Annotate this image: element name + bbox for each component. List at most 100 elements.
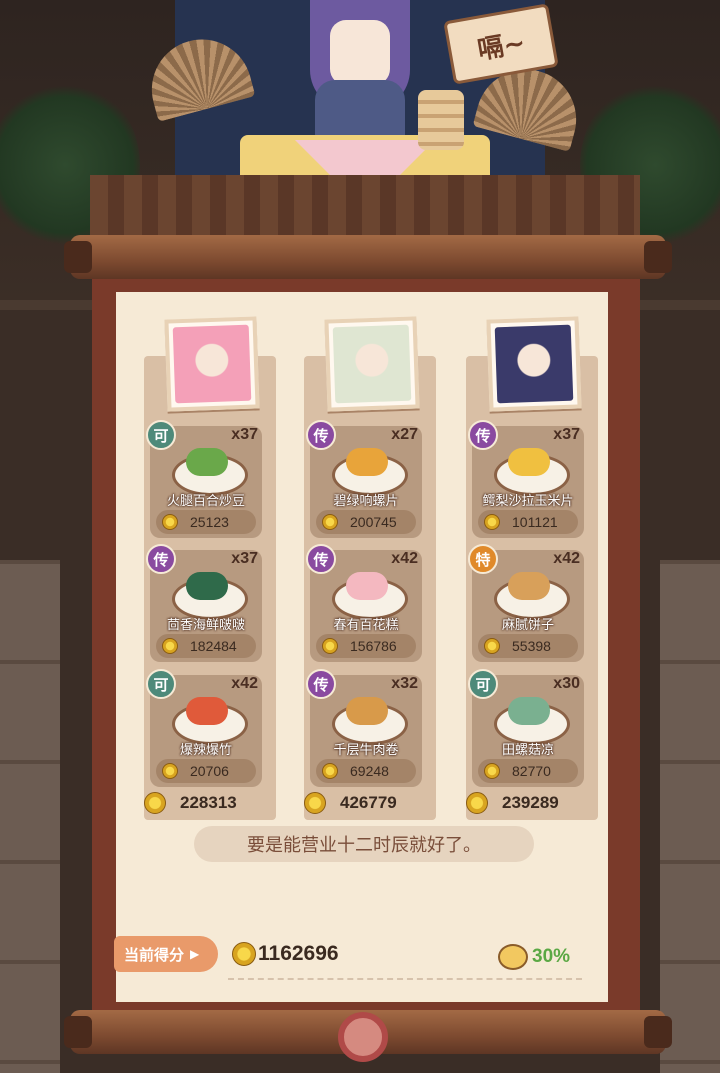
dish-quantity: x32 [391, 675, 418, 692]
customer-avatar [172, 324, 252, 404]
rarity-badge: 可 [146, 420, 176, 450]
customer-quote: 要是能营业十二时辰就好了。 [194, 826, 534, 862]
dish-card[interactable]: 传 x37 鳄梨沙拉玉米片 101121 [468, 420, 584, 538]
coin-icon [466, 792, 488, 814]
shopkeeper-face [330, 20, 390, 85]
dish-price: 25123 [190, 514, 229, 530]
dish-quantity: x37 [231, 426, 258, 443]
dish-card[interactable]: 可 x37 火腿百合炒豆 25123 [146, 420, 262, 538]
dish-name: 千层牛肉卷 [333, 743, 399, 758]
dish-quantity: x37 [553, 426, 580, 443]
dish-price-strip: 55398 [478, 634, 578, 658]
dish-quantity: x37 [231, 550, 258, 567]
dish-price-strip: 69248 [316, 759, 416, 783]
dish-price-strip: 82770 [478, 759, 578, 783]
shopkeeper[interactable] [300, 0, 420, 150]
coin-icon [162, 638, 178, 654]
current-score-label: 当前得分 [124, 945, 185, 964]
dish-icon [346, 448, 388, 476]
coin-icon [162, 763, 178, 779]
dish-name: 春有百花糕 [333, 618, 399, 633]
dish-name: 鳄梨沙拉玉米片 [482, 494, 574, 509]
column-total: 228313 [144, 792, 237, 814]
customer-portrait[interactable] [486, 316, 582, 412]
bonus-rate-value: 30% [532, 946, 571, 967]
coin-icon [484, 638, 500, 654]
dish-icon [186, 572, 228, 600]
bonus-rate[interactable]: 30% [498, 944, 570, 970]
rarity-badge: 传 [468, 420, 498, 450]
dish-icon [508, 572, 550, 600]
wall-panel-left [0, 560, 60, 1073]
dish-icon [508, 697, 550, 725]
dish-icon [186, 697, 228, 725]
dish-price-strip: 20706 [156, 759, 256, 783]
dish-icon [346, 572, 388, 600]
dish-price: 20706 [190, 763, 229, 779]
play-arrow-icon: ▶ [190, 947, 200, 961]
rarity-badge: 传 [306, 669, 336, 699]
rarity-badge: 传 [146, 544, 176, 574]
dish-price-strip: 200745 [316, 510, 416, 534]
customer-portrait[interactable] [324, 316, 420, 412]
dish-name: 茴香海鲜啵啵 [166, 618, 245, 633]
coin-icon [322, 638, 338, 654]
dish-price: 200745 [350, 514, 397, 530]
dish-quantity: x42 [231, 675, 258, 692]
coin-icon [144, 792, 166, 814]
coin-icon [322, 763, 338, 779]
dish-card[interactable]: 可 x30 田螺菇凉 82770 [468, 669, 584, 787]
dish-price: 156786 [350, 638, 397, 654]
column-total: 426779 [304, 792, 397, 814]
dish-name: 碧绿响螺片 [333, 494, 399, 509]
dish-icon [186, 448, 228, 476]
rarity-badge: 传 [306, 544, 336, 574]
stacked-bowls [418, 90, 464, 150]
scroll-rod-top [64, 235, 672, 279]
dish-icon [508, 448, 550, 476]
fence [90, 175, 640, 235]
dish-card[interactable]: 可 x42 爆辣爆竹 20706 [146, 669, 262, 787]
column-total-value: 239289 [502, 793, 559, 812]
dish-name: 火腿百合炒豆 [166, 494, 245, 509]
current-score-tag: 当前得分 ▶ [114, 936, 218, 972]
column-total: 239289 [466, 792, 559, 814]
dish-name: 田螺菇凉 [501, 743, 554, 758]
wall-panel-right [660, 560, 720, 1073]
coin-icon [484, 514, 500, 530]
dish-card[interactable]: 传 x37 茴香海鲜啵啵 182484 [146, 544, 262, 662]
coin-icon [304, 792, 326, 814]
dish-price: 55398 [512, 638, 551, 654]
dish-price-strip: 182484 [156, 634, 256, 658]
score-divider [228, 978, 582, 980]
dish-card[interactable]: 特 x42 麻腻饼子 55398 [468, 544, 584, 662]
dish-name: 麻腻饼子 [501, 618, 554, 633]
lucky-knot-icon [338, 1012, 388, 1062]
dish-price: 69248 [350, 763, 389, 779]
coin-icon [484, 763, 500, 779]
rarity-badge: 可 [468, 669, 498, 699]
current-score: 1162696 [232, 942, 339, 966]
dish-card[interactable]: 传 x42 春有百花糕 156786 [306, 544, 422, 662]
current-score-value: 1162696 [258, 942, 339, 965]
dish-quantity: x42 [391, 550, 418, 567]
coin-icon [162, 514, 178, 530]
dish-price: 101121 [512, 514, 558, 530]
dish-price-strip: 25123 [156, 510, 256, 534]
dish-card[interactable]: 传 x32 千层牛肉卷 69248 [306, 669, 422, 787]
coin-bag-icon [498, 944, 528, 970]
dish-name: 爆辣爆竹 [179, 743, 232, 758]
dish-price-strip: 156786 [316, 634, 416, 658]
dish-card[interactable]: 传 x27 碧绿响螺片 200745 [306, 420, 422, 538]
column-total-value: 426779 [340, 793, 397, 812]
customer-avatar [494, 324, 574, 404]
dish-quantity: x30 [553, 675, 580, 692]
dish-icon [346, 697, 388, 725]
rarity-badge: 传 [306, 420, 336, 450]
dish-quantity: x27 [391, 426, 418, 443]
column-total-value: 228313 [180, 793, 237, 812]
coin-icon [232, 942, 256, 966]
rarity-badge: 可 [146, 669, 176, 699]
dish-price: 182484 [190, 638, 237, 654]
customer-portrait[interactable] [164, 316, 260, 412]
